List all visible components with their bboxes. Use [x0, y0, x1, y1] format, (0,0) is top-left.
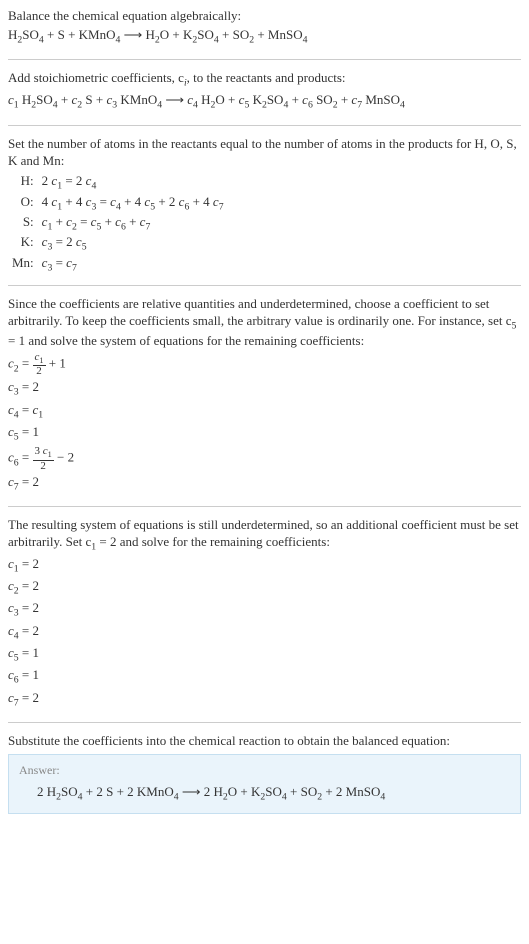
coeff-c4: c4 = c1 [8, 402, 521, 422]
balance-eq-S: c1 + c2 = c5 + c6 + c7 [38, 214, 228, 234]
element-label: O: [8, 194, 38, 214]
answer-label: Answer: [19, 763, 510, 779]
unbalanced-equation: H2SO4 + S + KMnO4 ⟶ H2O + K2SO4 + SO2 + … [8, 27, 521, 47]
answer-box: Answer: 2 H2SO4 + 2 S + 2 KMnO4 ⟶ 2 H2O … [8, 754, 521, 814]
balance-eq-O: 4 c1 + 4 c3 = c4 + 4 c5 + 2 c6 + 4 c7 [38, 194, 228, 214]
atom-balance-intro: Set the number of atoms in the reactants… [8, 136, 521, 170]
final-c1: c1 = 2 [8, 556, 521, 576]
stoich-equation: c1 H2SO4 + c2 S + c3 KMnO4 ⟶ c4 H2O + c5… [8, 92, 521, 112]
final-c6: c6 = 1 [8, 667, 521, 687]
element-label: Mn: [8, 255, 38, 275]
substitute-intro: Substitute the coefficients into the che… [8, 733, 521, 750]
balance-eq-H: 2 c1 = 2 c4 [38, 173, 228, 193]
final-c2: c2 = 2 [8, 578, 521, 598]
element-label: K: [8, 234, 38, 254]
coeff-c2: c2 = c12 + 1 [8, 352, 521, 377]
final-c3: c3 = 2 [8, 600, 521, 620]
first-solve-intro: Since the coefficients are relative quan… [8, 296, 521, 350]
section-second-solve: The resulting system of equations is sti… [8, 517, 521, 723]
element-label: S: [8, 214, 38, 234]
balance-eq-K: c3 = 2 c5 [38, 234, 228, 254]
section-first-solve: Since the coefficients are relative quan… [8, 296, 521, 507]
section-stoichiometric: Add stoichiometric coefficients, ci, to … [8, 70, 521, 126]
section-substitute: Substitute the coefficients into the che… [8, 733, 521, 824]
table-row: Mn: c3 = c7 [8, 255, 228, 275]
element-label: H: [8, 173, 38, 193]
coeff-c5: c5 = 1 [8, 424, 521, 444]
table-row: K: c3 = 2 c5 [8, 234, 228, 254]
problem-statement: Balance the chemical equation algebraica… [8, 8, 521, 25]
second-solve-intro: The resulting system of equations is sti… [8, 517, 521, 554]
table-row: O: 4 c1 + 4 c3 = c4 + 4 c5 + 2 c6 + 4 c7 [8, 194, 228, 214]
balance-eq-Mn: c3 = c7 [38, 255, 228, 275]
stoich-intro: Add stoichiometric coefficients, ci, to … [8, 70, 521, 90]
final-c4: c4 = 2 [8, 623, 521, 643]
coeff-c7: c7 = 2 [8, 474, 521, 494]
section-problem: Balance the chemical equation algebraica… [8, 8, 521, 60]
coeff-c3: c3 = 2 [8, 379, 521, 399]
final-c5: c5 = 1 [8, 645, 521, 665]
table-row: S: c1 + c2 = c5 + c6 + c7 [8, 214, 228, 234]
balanced-equation: 2 H2SO4 + 2 S + 2 KMnO4 ⟶ 2 H2O + K2SO4 … [19, 784, 510, 804]
table-row: H: 2 c1 = 2 c4 [8, 173, 228, 193]
coeff-c6: c6 = 3 c12 − 2 [8, 446, 521, 471]
section-atom-balance: Set the number of atoms in the reactants… [8, 136, 521, 286]
balance-table: H: 2 c1 = 2 c4 O: 4 c1 + 4 c3 = c4 + 4 c… [8, 173, 228, 274]
final-c7: c7 = 2 [8, 690, 521, 710]
